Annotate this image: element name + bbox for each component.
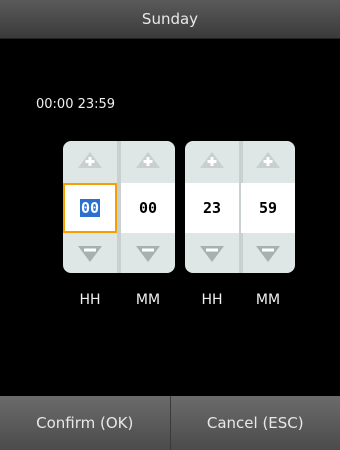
end-hour-spinner: 23 [185, 141, 239, 273]
end-hour-decrement-button[interactable] [185, 235, 239, 273]
end-hour-increment-button[interactable] [185, 141, 239, 179]
cancel-button[interactable]: Cancel (ESC) [169, 396, 340, 450]
end-hour-value[interactable]: 23 [185, 183, 239, 233]
decrement-icon [78, 246, 102, 262]
end-minute-value[interactable]: 59 [241, 183, 295, 233]
end-minute-spinner: 59 [241, 141, 295, 273]
start-hour-label: HH [79, 292, 101, 308]
decrement-icon [256, 246, 280, 262]
start-hour-increment-button[interactable] [63, 141, 117, 179]
end-minute-decrement-button[interactable] [241, 235, 295, 273]
start-minute-label: MM [135, 292, 161, 308]
end-time-spinner-group: 23 59 [185, 141, 295, 273]
start-hour-spinner: 00 [63, 141, 117, 273]
decrement-icon [136, 246, 160, 262]
page-title: Sunday [141, 10, 199, 28]
start-hour-value[interactable]: 00 [63, 183, 117, 233]
end-hour-label: HH [201, 292, 223, 308]
start-hour-text: 00 [79, 199, 101, 217]
start-minute-decrement-button[interactable] [121, 235, 175, 273]
start-minute-text: 00 [138, 199, 158, 217]
increment-icon [78, 152, 102, 168]
start-minute-spinner: 00 [121, 141, 175, 273]
start-minute-value[interactable]: 00 [121, 183, 175, 233]
increment-icon [136, 152, 160, 168]
increment-icon [200, 152, 224, 168]
start-hour-decrement-button[interactable] [63, 235, 117, 273]
end-minute-increment-button[interactable] [241, 141, 295, 179]
decrement-icon [200, 246, 224, 262]
title-bar: Sunday [0, 0, 340, 39]
bottom-bar: Confirm (OK) Cancel (ESC) [0, 396, 340, 450]
start-time-spinner-group: 00 00 [63, 141, 175, 273]
end-minute-text: 59 [258, 199, 278, 217]
time-range-text: 00:00 23:59 [36, 97, 116, 112]
start-minute-increment-button[interactable] [121, 141, 175, 179]
confirm-button[interactable]: Confirm (OK) [0, 396, 170, 450]
increment-icon [256, 152, 280, 168]
end-minute-label: MM [255, 292, 281, 308]
end-hour-text: 23 [202, 199, 222, 217]
